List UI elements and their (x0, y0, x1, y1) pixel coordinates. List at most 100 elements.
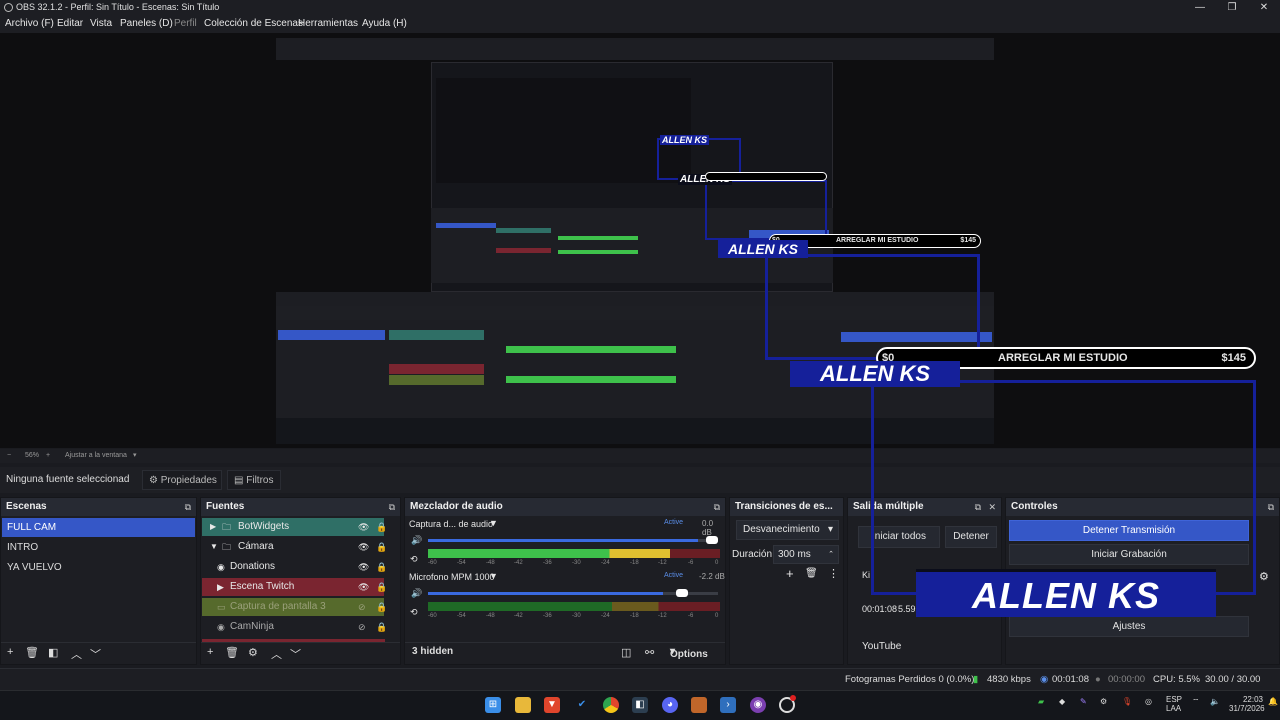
menu-paneles[interactable]: Paneles (D) (120, 15, 173, 33)
undock-icon[interactable]: ⧉ (185, 498, 191, 516)
channel-menu-icon[interactable]: ▼ (489, 571, 498, 581)
undock-icon[interactable]: ⧉ (975, 498, 981, 516)
wifi-icon[interactable]: ⌔ (1192, 697, 1200, 707)
trash-icon[interactable]: 🗑 (225, 646, 239, 659)
tray-steam-icon[interactable]: ⚙ (1100, 697, 1107, 706)
menu-coleccion-escenas[interactable]: Colección de Escenas (204, 15, 303, 33)
windows-start-icon[interactable]: ⊞ (485, 697, 501, 713)
stop-button[interactable]: Detener (945, 526, 997, 548)
maximize-button[interactable]: ❐ (1215, 0, 1249, 15)
eye-hidden-icon[interactable]: ⊘ (358, 618, 366, 636)
more-icon[interactable]: ⋮ (828, 567, 839, 580)
source-item[interactable]: ▶ 🗀 BotWidgets 👁 🔒 (202, 518, 387, 536)
gear-icon[interactable]: ⚙ (248, 646, 258, 659)
eye-icon[interactable]: 👁 (358, 558, 369, 576)
channel-menu-icon[interactable]: ▼ (489, 518, 498, 528)
eye-icon[interactable]: 👁 (358, 518, 369, 536)
eye-icon[interactable]: 👁 (358, 578, 369, 596)
tray-mic-icon[interactable]: 🎙 (1122, 697, 1132, 706)
transition-select[interactable]: Desvanecimiento ▾ (736, 520, 839, 540)
powershell-icon[interactable]: › (720, 697, 736, 713)
link-icon[interactable]: ⚯ (645, 646, 654, 659)
menu-perfil[interactable]: Perfil (174, 15, 197, 33)
close-icon[interactable]: ✕ (988, 498, 996, 516)
scene-item[interactable]: YA VUELVO (2, 558, 195, 577)
chevron-right-icon[interactable]: ▶ (210, 518, 216, 536)
move-down-icon[interactable]: ﹀ (290, 646, 301, 662)
speaker-icon[interactable]: 🔊 (411, 535, 422, 546)
duration-input[interactable]: 300 ms ⌃ (773, 545, 839, 564)
menu-vista[interactable]: Vista (90, 15, 112, 33)
language-indicator[interactable]: ESP LAA (1166, 695, 1182, 713)
add-icon[interactable]: + (207, 646, 213, 658)
move-down-icon[interactable]: ﹀ (90, 646, 101, 662)
menu-herramientas[interactable]: Herramientas (298, 15, 358, 33)
lock-icon[interactable]: 🔒 (376, 618, 387, 636)
zoom-dropdown-icon[interactable]: ▾ (133, 449, 137, 463)
brave-browser-icon[interactable]: ▼ (544, 697, 560, 713)
volume-slider[interactable] (428, 592, 718, 595)
options-button[interactable]: Options ▾ (670, 646, 708, 660)
speaker-icon[interactable]: 🔊 (411, 588, 422, 599)
add-icon[interactable]: + (7, 646, 13, 658)
lock-icon[interactable]: 🔒 (376, 578, 387, 596)
source-item[interactable]: ▭ Captura de pantalla 3 ⊘ 🔒 (202, 598, 387, 616)
lock-icon[interactable]: 🔒 (376, 518, 387, 536)
settings-button[interactable]: Ajustes (1009, 616, 1249, 637)
volume-handle[interactable] (706, 536, 718, 544)
tray-headset-icon[interactable]: ◎ (1145, 697, 1152, 706)
menu-ayuda[interactable]: Ayuda (H) (362, 15, 407, 33)
source-item[interactable]: ▶ Escena Twitch 👁 🔒 (202, 578, 387, 596)
undock-icon[interactable]: ⧉ (389, 498, 395, 516)
zoom-in-button[interactable]: + (46, 449, 50, 463)
filter-icon[interactable]: ◧ (48, 646, 58, 659)
undock-icon[interactable]: ⧉ (714, 498, 720, 516)
close-window-button[interactable]: ✕ (1247, 0, 1280, 15)
lock-icon[interactable]: 🔒 (376, 558, 387, 576)
app-icon[interactable]: ◧ (632, 697, 648, 713)
eye-hidden-icon[interactable]: ⊘ (358, 598, 366, 616)
properties-button[interactable]: ⚙ Propiedades (142, 470, 222, 490)
scene-item[interactable]: FULL CAM (2, 518, 195, 537)
undock-icon[interactable]: ⧉ (1268, 498, 1274, 516)
chevron-down-icon[interactable]: ▼ (210, 538, 218, 556)
filters-button[interactable]: ▤ Filtros (227, 470, 281, 490)
add-transition-icon[interactable]: + (786, 566, 794, 581)
source-item[interactable]: ◉ Donations 👁 🔒 (202, 558, 387, 576)
app-shield-icon[interactable] (691, 697, 707, 713)
app-circle-icon[interactable]: ◉ (750, 697, 766, 713)
move-up-icon[interactable]: ︿ (71, 646, 82, 662)
scene-item[interactable]: INTRO (2, 538, 195, 557)
stop-streaming-button[interactable]: Detener Transmisión (1009, 520, 1249, 541)
clock[interactable]: 22:03 31/7/2026 (1229, 695, 1265, 713)
source-item[interactable]: ◉ CamNinja ⊘ 🔒 (202, 618, 387, 636)
tray-signal-icon[interactable]: ▰ (1038, 697, 1044, 706)
menu-editar[interactable]: Editar (57, 15, 83, 33)
menu-archivo[interactable]: Archivo (F) (5, 15, 54, 33)
start-recording-button[interactable]: Iniciar Grabación (1009, 544, 1249, 565)
file-explorer-icon[interactable] (515, 697, 531, 713)
minimize-button[interactable]: — (1183, 0, 1217, 15)
tray-app-icon[interactable]: ◆ (1059, 697, 1065, 706)
volume-slider[interactable] (428, 539, 718, 542)
move-up-icon[interactable]: ︿ (271, 646, 282, 662)
start-all-button[interactable]: Iniciar todos (858, 526, 940, 548)
volume-handle[interactable] (676, 589, 688, 597)
eye-icon[interactable]: 👁 (358, 538, 369, 556)
tray-pen-icon[interactable]: ✎ (1080, 697, 1087, 706)
volume-icon[interactable]: 🔈 (1210, 697, 1220, 706)
notifications-icon[interactable]: 🔔 (1268, 697, 1278, 706)
layout-icon[interactable]: ◫ (621, 646, 631, 659)
audio-settings-icon[interactable]: ⟲ (410, 554, 418, 565)
trash-icon[interactable]: 🗑 (805, 568, 818, 579)
gear-icon[interactable]: ⚙ (1259, 570, 1269, 583)
lock-icon[interactable]: 🔒 (376, 538, 387, 556)
source-item[interactable]: ▼ 🗀 Cámara 👁 🔒 (202, 538, 387, 556)
trash-icon[interactable]: 🗑 (25, 646, 39, 659)
audio-settings-icon[interactable]: ⟲ (410, 607, 418, 618)
chrome-icon[interactable] (603, 697, 619, 713)
discord-icon[interactable]: ◕ (662, 697, 678, 713)
fit-window-label[interactable]: Ajustar a la ventana (65, 449, 127, 463)
todo-icon[interactable]: ✔ (574, 697, 590, 713)
zoom-out-button[interactable]: − (7, 449, 11, 463)
